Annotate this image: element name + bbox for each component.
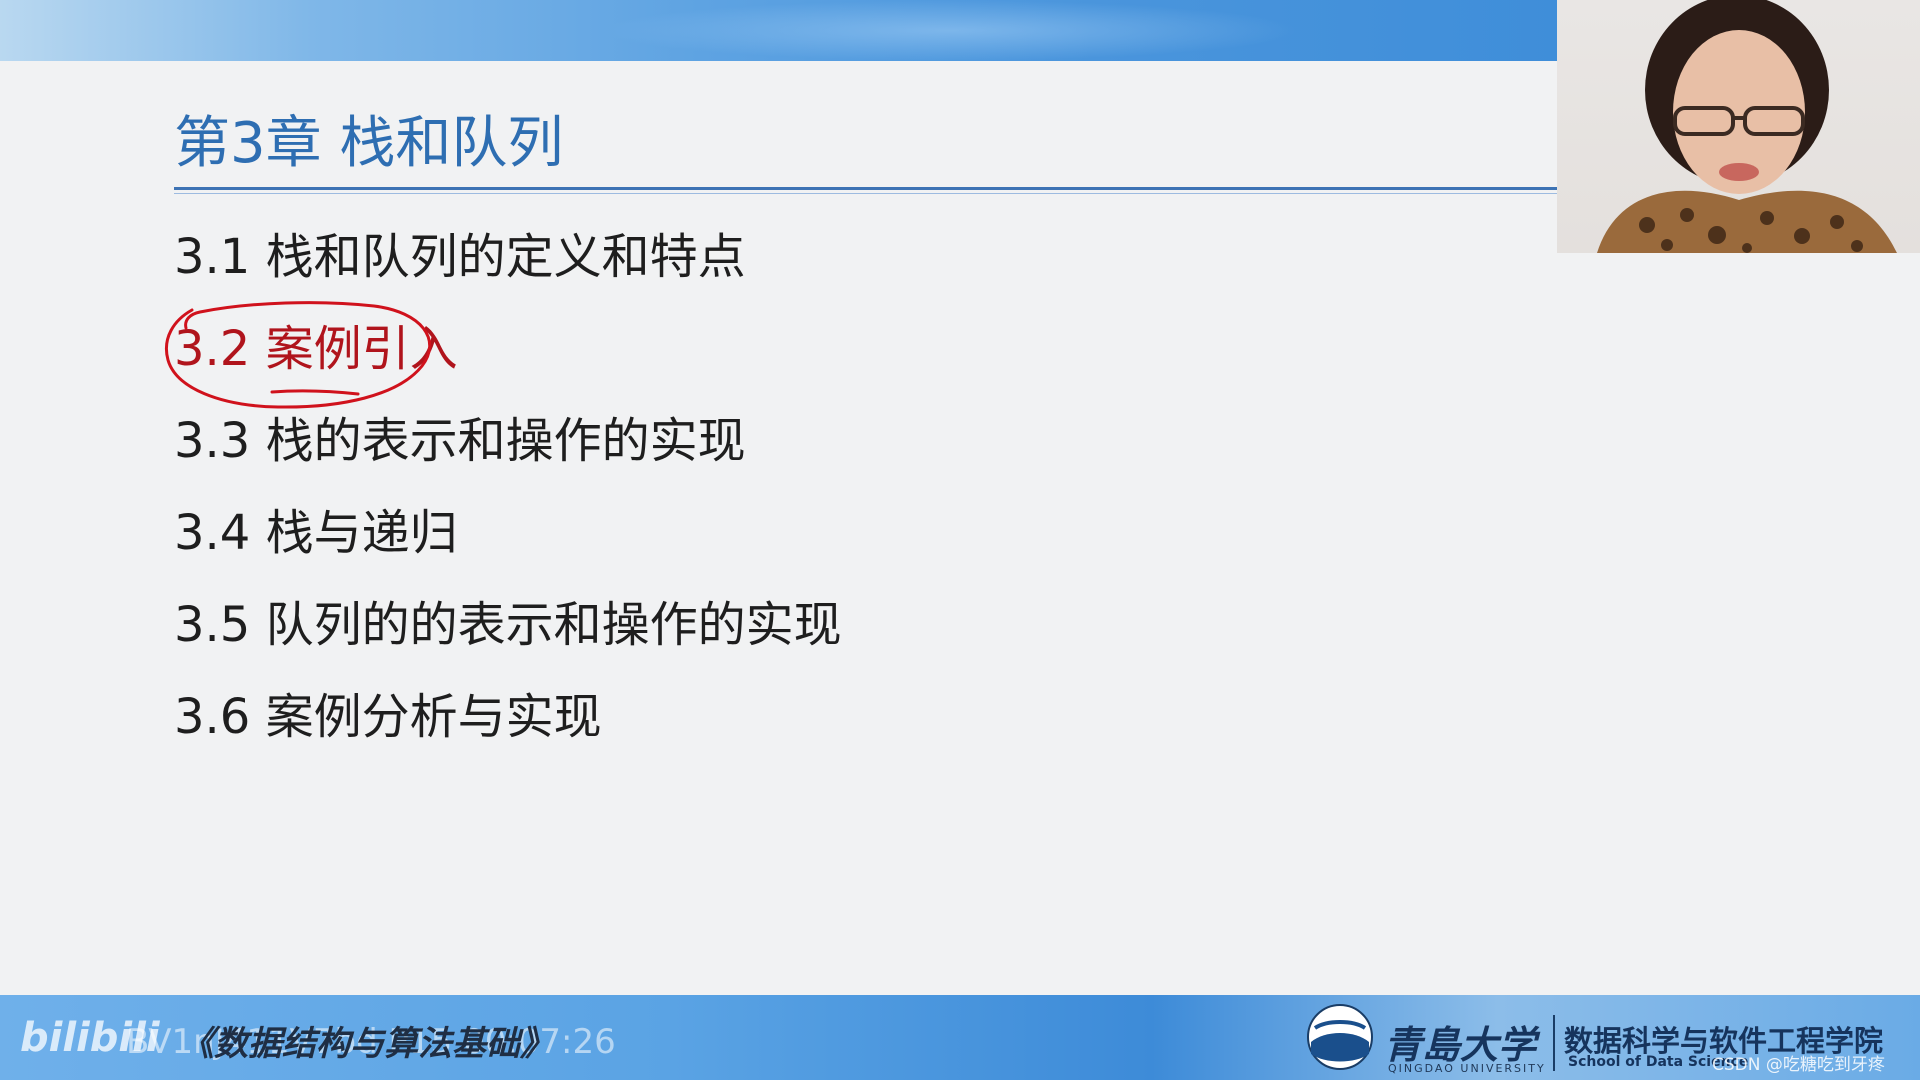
university-emblem-icon	[1307, 1004, 1373, 1070]
csdn-watermark: CSDN @吃糖吃到牙疼	[1712, 1055, 1885, 1075]
presenter-webcam	[1557, 0, 1920, 253]
toc-item-3-5: 3.5 队列的的表示和操作的实现	[174, 597, 842, 653]
toc-item-3-3: 3.3 栈的表示和操作的实现	[174, 413, 746, 469]
title-underline	[174, 187, 1557, 190]
university-name-cn: 青島大学	[1384, 1022, 1537, 1067]
course-name: 《数据结构与算法基础》	[180, 1024, 554, 1064]
presenter-image	[1597, 0, 1897, 253]
title-underline-thin	[174, 193, 1557, 194]
toc-item-3-2: 3.2 案例引入	[174, 321, 458, 377]
top-banner	[0, 0, 1557, 61]
slide-title: 第3章 栈和队列	[174, 111, 564, 176]
footer-divider	[1553, 1015, 1555, 1071]
toc-item-3-1: 3.1 栈和队列的定义和特点	[174, 229, 746, 285]
university-name-en: QINGDAO UNIVERSITY	[1388, 1062, 1546, 1075]
toc-item-3-4: 3.4 栈与递归	[174, 505, 458, 561]
toc-item-3-6: 3.6 案例分析与实现	[174, 689, 602, 745]
